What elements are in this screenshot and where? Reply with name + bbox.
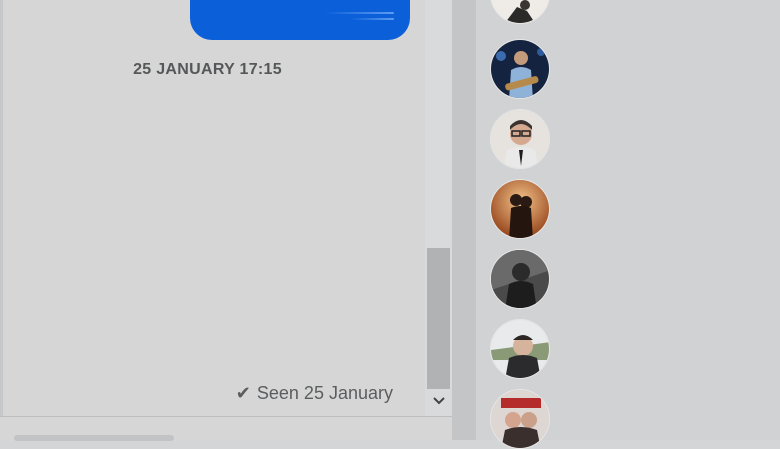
contact-avatar[interactable] [490,0,550,24]
checkmark-icon: ✔ [235,383,251,403]
sent-message-bubble[interactable] [190,0,410,40]
contact-avatar[interactable] [490,389,550,449]
read-receipt-text: Seen 25 January [256,383,393,403]
contact-avatar[interactable] [490,249,550,309]
contact-avatar[interactable] [490,109,550,169]
composer-placeholder [14,435,174,441]
pane-divider [452,0,476,440]
chevron-down-icon [432,397,445,405]
contact-avatar[interactable] [490,179,550,239]
scrollbar-thumb[interactable] [427,248,450,389]
read-receipt: ✔ Seen 25 January [236,383,393,404]
message-composer[interactable] [0,416,452,441]
message-date-divider: 25 JANUARY 17:15 [133,61,282,78]
contact-avatar[interactable] [490,319,550,379]
scroll-down-button[interactable] [425,390,452,412]
contact-avatar[interactable] [490,39,550,99]
conversation-scrollbar[interactable] [425,0,452,416]
contacts-sidebar [476,0,780,449]
conversation-pane: 25 JANUARY 17:15 ✔ Seen 25 January [0,0,425,440]
